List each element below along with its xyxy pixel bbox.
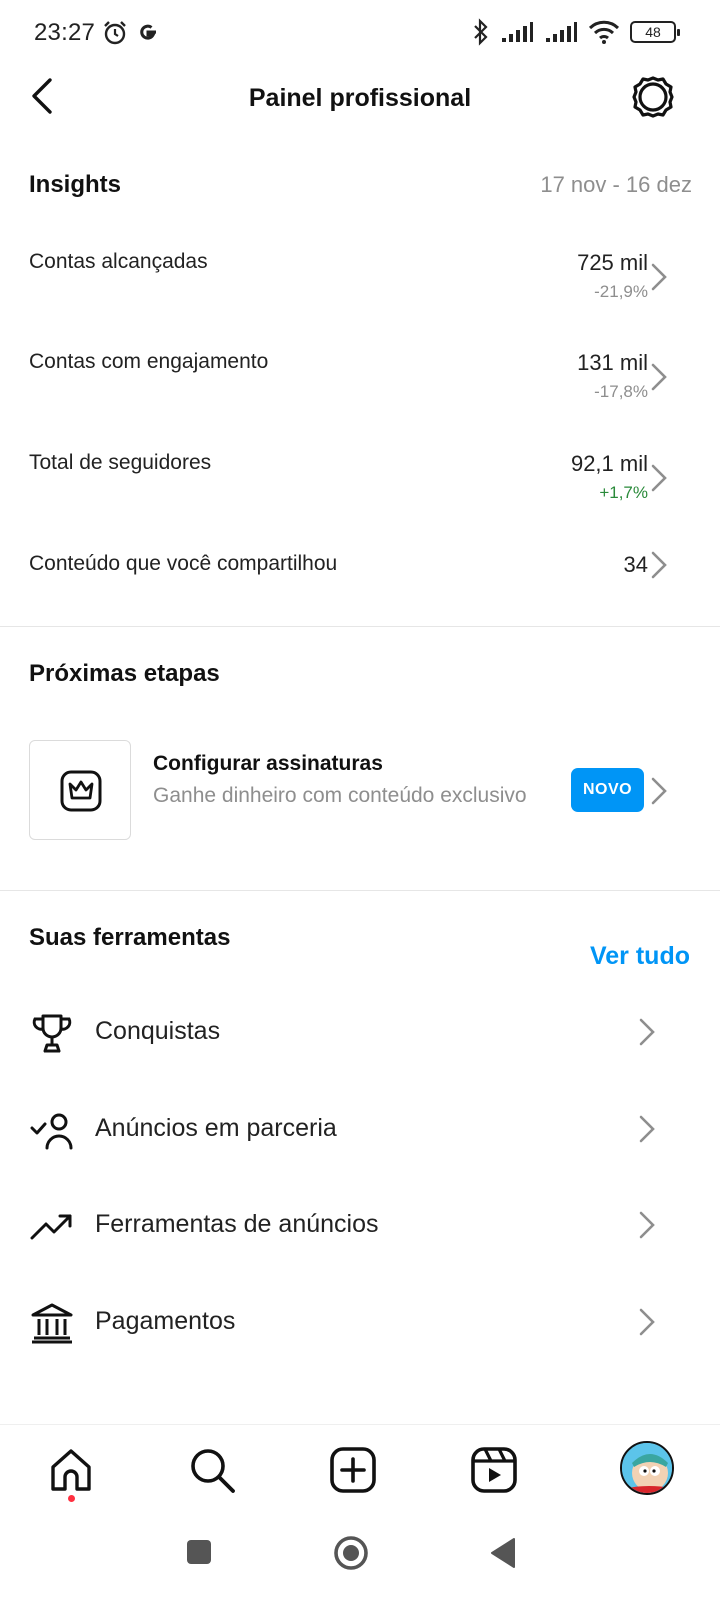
settings-icon[interactable] — [630, 74, 676, 120]
next-steps-heading: Próximas etapas — [29, 660, 220, 687]
top-bar: Painel profissional — [0, 66, 720, 128]
new-badge: NOVO — [571, 768, 644, 812]
tool-label: Ferramentas de anúncios — [95, 1210, 379, 1238]
insight-label: Contas alcançadas — [29, 250, 208, 273]
back-button-icon[interactable] — [488, 1536, 518, 1570]
alarm-icon — [104, 21, 126, 45]
insight-value: 34 — [623, 552, 648, 577]
chevron-right-icon — [651, 263, 667, 291]
chevron-right-icon — [639, 1018, 655, 1046]
chevron-right-icon — [639, 1308, 655, 1336]
reels-icon[interactable] — [469, 1445, 519, 1495]
status-time: 23:27 — [34, 19, 96, 46]
insight-label: Conteúdo que você compartilhou — [29, 552, 338, 575]
tool-row-achievements[interactable]: Conquistas — [0, 1007, 720, 1067]
recents-icon[interactable] — [185, 1538, 213, 1566]
chevron-right-icon — [639, 1115, 655, 1143]
card-subtitle: Ganhe dinheiro com conteúdo exclusivo — [153, 784, 527, 807]
chevron-right-icon — [651, 777, 667, 805]
insight-row-reached[interactable]: Contas alcançadas 725 mil -21,9% — [0, 250, 720, 330]
divider — [0, 890, 720, 891]
chevron-right-icon — [651, 551, 667, 579]
step-icon-box — [29, 740, 131, 840]
tool-label: Conquistas — [95, 1017, 221, 1045]
partner-ads-icon — [30, 1113, 73, 1150]
home-icon[interactable] — [46, 1445, 96, 1495]
insight-label: Contas com engajamento — [29, 350, 269, 373]
insight-value: 725 mil — [577, 250, 648, 275]
google-icon — [140, 24, 156, 40]
signal-icon-2 — [546, 22, 577, 42]
insight-row-engaged[interactable]: Contas com engajamento 131 mil -17,8% — [0, 350, 720, 430]
tool-row-ad-tools[interactable]: Ferramentas de anúncios — [0, 1200, 720, 1260]
crown-icon — [60, 770, 102, 812]
insight-row-content[interactable]: Conteúdo que você compartilhou 34 — [0, 551, 720, 592]
chevron-right-icon — [651, 363, 667, 391]
insights-heading: Insights — [29, 171, 122, 198]
card-title: Configurar assinaturas — [153, 752, 383, 775]
signal-icon — [502, 22, 533, 42]
bluetooth-icon — [474, 18, 488, 46]
insight-label: Total de seguidores — [29, 451, 212, 474]
create-icon[interactable] — [328, 1445, 378, 1495]
tool-row-payments[interactable]: Pagamentos — [0, 1297, 720, 1357]
bank-icon — [31, 1303, 73, 1344]
bottom-nav — [0, 1424, 720, 1516]
page-title: Painel profissional — [248, 84, 472, 112]
trophy-icon — [32, 1014, 72, 1053]
chevron-right-icon — [639, 1211, 655, 1239]
trending-up-icon — [30, 1214, 72, 1240]
tool-row-partnership-ads[interactable]: Anúncios em parceria — [0, 1104, 720, 1164]
system-nav — [0, 1516, 720, 1600]
divider — [0, 626, 720, 627]
search-icon[interactable] — [187, 1445, 237, 1495]
home-button-icon[interactable] — [332, 1534, 370, 1572]
insight-value: 131 mil — [577, 350, 648, 375]
date-range[interactable]: 17 nov - 16 dez — [540, 172, 692, 198]
tool-label: Pagamentos — [95, 1307, 236, 1335]
wifi-icon — [588, 20, 620, 44]
insight-change: -17,8% — [594, 382, 648, 401]
insight-change: -21,9% — [594, 282, 648, 301]
see-all-link[interactable]: Ver tudo — [590, 942, 690, 971]
notification-dot — [68, 1495, 75, 1502]
tools-heading: Suas ferramentas — [29, 924, 231, 951]
subscriptions-card[interactable]: Configurar assinaturas Ganhe dinheiro co… — [0, 738, 720, 842]
chevron-right-icon — [651, 464, 667, 492]
insight-row-followers[interactable]: Total de seguidores 92,1 mil +1,7% — [0, 451, 720, 531]
battery-indicator: 48 — [630, 21, 680, 43]
status-bar: 23:27 48 — [0, 0, 720, 66]
insight-change: +1,7% — [599, 483, 648, 502]
profile-avatar[interactable] — [620, 1441, 674, 1495]
tool-label: Anúncios em parceria — [95, 1114, 337, 1142]
avatar-image — [622, 1443, 672, 1493]
insight-value: 92,1 mil — [570, 451, 648, 476]
